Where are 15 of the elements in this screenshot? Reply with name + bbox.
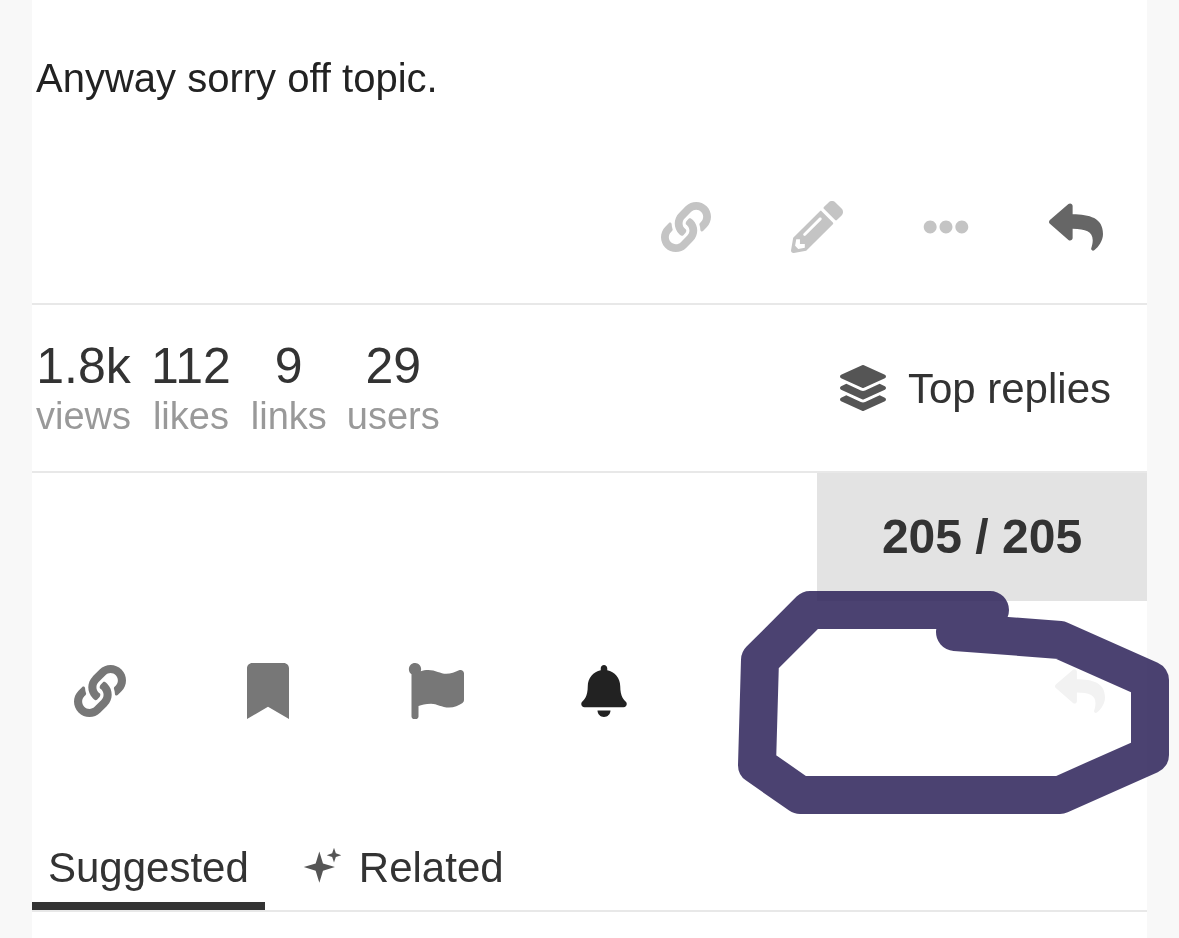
stat-value: 112: [151, 338, 231, 394]
tab[interactable]: Suggested: [32, 840, 265, 910]
tab[interactable]: Related: [284, 840, 520, 910]
stat-label: users: [346, 394, 440, 438]
stat-value: 9: [274, 338, 303, 394]
post-text: Anyway sorry off topic.: [36, 55, 439, 102]
stat-value: 29: [365, 338, 422, 394]
stat-label: likes: [152, 394, 229, 438]
layers-icon: [839, 365, 886, 411]
progress-indicator[interactable]: 205 / 205: [817, 473, 1147, 601]
stat-label: views: [36, 394, 132, 438]
stat-label: links: [250, 394, 327, 438]
reply-icon[interactable]: [1055, 666, 1105, 716]
top-replies-button[interactable]: Top replies: [839, 356, 1111, 420]
stat-value: 1.8k: [36, 338, 131, 394]
